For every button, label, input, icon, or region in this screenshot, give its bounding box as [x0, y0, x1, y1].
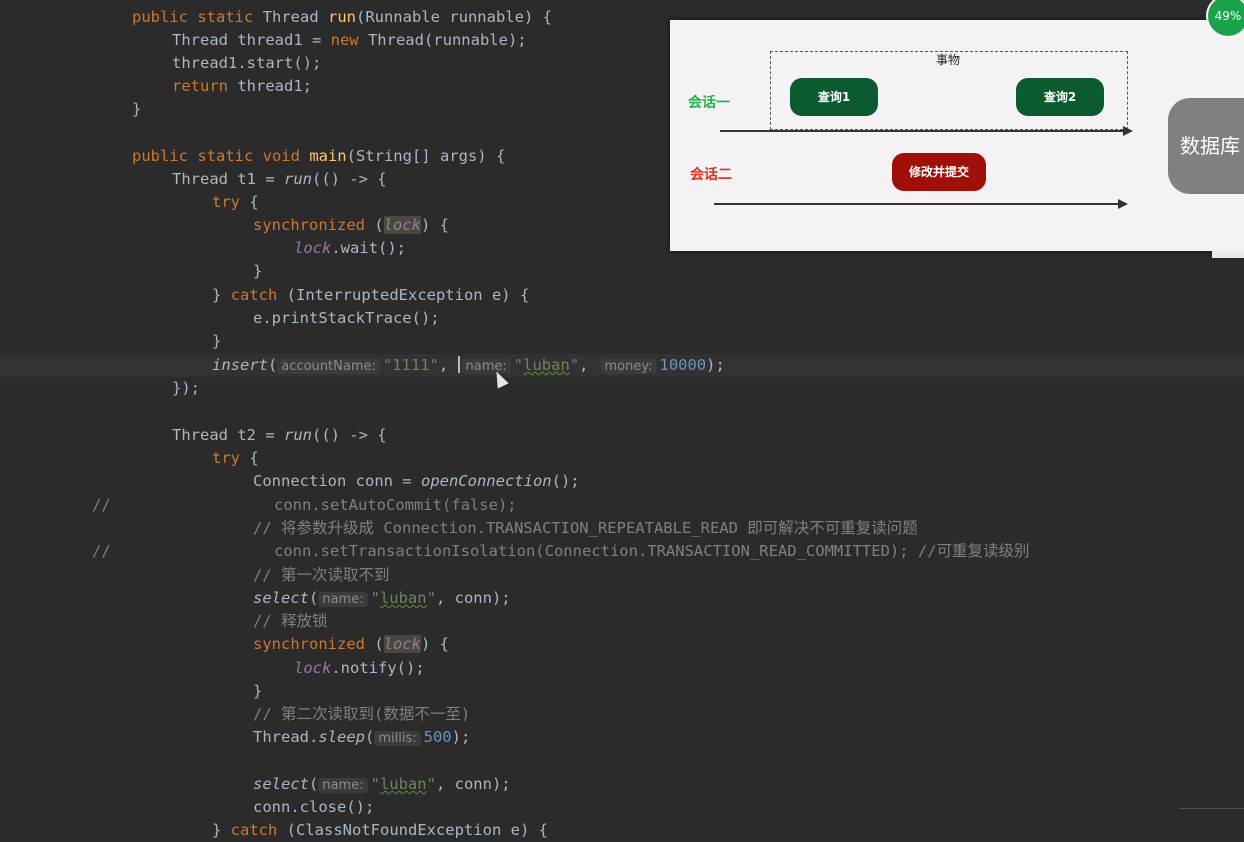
code-line-19: Connection conn = openConnection();: [253, 472, 580, 490]
code-line-16: });: [172, 379, 200, 397]
comment-marker-2: //: [92, 542, 111, 560]
code-line-30: Thread.sleep(millis: 500);: [253, 728, 471, 746]
transaction-label: 事物: [936, 53, 961, 67]
code-line-20: conn.setAutoCommit(false);: [274, 496, 517, 514]
code-line-13: e.printStackTrace();: [253, 309, 440, 327]
code-line-9: synchronized (lock) {: [253, 216, 449, 234]
code-line-14: }: [212, 332, 222, 350]
code-line-21: // 将参数升级成 Connection.TRANSACTION_REPEATA…: [253, 519, 918, 537]
code-line-2: Thread thread1 = new Thread(runnable);: [172, 31, 527, 49]
code-line-25: // 释放锁: [253, 612, 328, 630]
text-caret: [457, 356, 460, 373]
code-line-6: public static void main(String[] args) {: [132, 147, 506, 165]
code-line-26: synchronized (lock) {: [253, 635, 449, 653]
overlay-edge: [1212, 251, 1244, 258]
session-one-label: 会话一: [688, 95, 730, 111]
session-two-label: 会话二: [690, 167, 732, 183]
divider-line: [1180, 808, 1244, 809]
query1-pill: 查询1: [790, 78, 878, 116]
code-line-1: public static Thread run(Runnable runnab…: [132, 8, 552, 26]
code-line-33: } catch (ClassNotFoundException e) {: [212, 821, 548, 839]
session-two-arrow: [714, 199, 1128, 209]
code-line-28: }: [253, 682, 263, 700]
code-line-17: Thread t2 = run(() -> {: [172, 426, 387, 444]
code-line-8: try {: [212, 193, 259, 211]
code-line-22: conn.setTransactionIsolation(Connection.…: [274, 542, 1030, 560]
code-line-31: select(name: "luban", conn);: [253, 775, 511, 793]
query2-pill: 查询2: [1016, 78, 1104, 116]
code-line-23: // 第一次读取不到: [253, 566, 390, 584]
code-line-32: conn.close();: [253, 798, 375, 816]
comment-marker-1: //: [92, 496, 111, 514]
code-line-15-current[interactable]: insert(accountName: "1111", name: "luban",…: [0, 354, 1244, 377]
code-line-24: select(name: "luban", conn);: [253, 589, 511, 607]
code-line-27: lock.notify();: [294, 659, 425, 677]
code-line-3: thread1.start();: [172, 54, 322, 72]
code-line-12: } catch (InterruptedException e) {: [212, 286, 530, 304]
code-line-10: lock.wait();: [294, 239, 406, 257]
session-one-arrow: [720, 126, 1133, 136]
code-line-7: Thread t1 = run(() -> {: [172, 170, 387, 188]
database-cylinder: 数据库: [1168, 98, 1244, 194]
code-line-11: }: [253, 262, 263, 280]
code-line-5: }: [132, 100, 142, 118]
code-line-4: return thread1;: [172, 77, 312, 95]
transaction-diagram-overlay: 事物 会话一 查询1 查询2 会话二 修改并提交 数据库: [670, 20, 1244, 251]
modify-commit-pill: 修改并提交: [892, 153, 986, 191]
code-line-29: // 第二次读取到(数据不一至): [253, 705, 471, 723]
code-line-18: try {: [212, 449, 259, 467]
database-label: 数据库: [1180, 134, 1240, 158]
